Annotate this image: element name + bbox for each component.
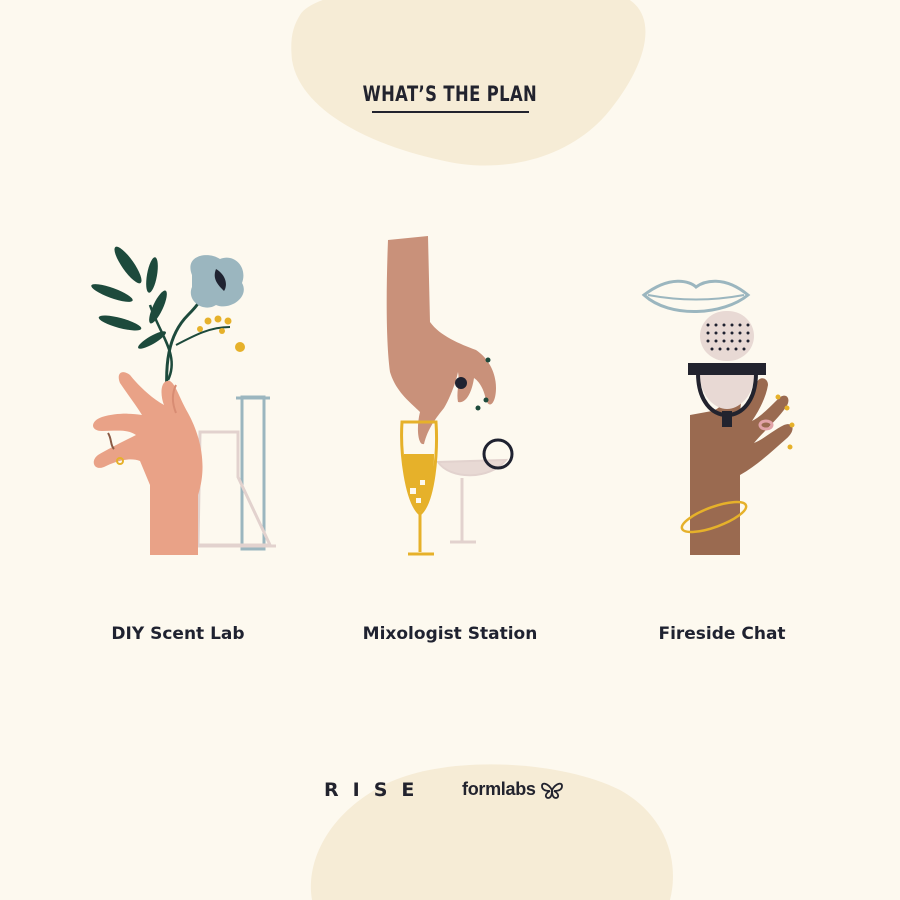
title-underline: [372, 111, 529, 113]
activity-label-scent-lab: DIY Scent Lab: [111, 624, 245, 644]
page-title-text: WHAT’S THE PLAN: [362, 82, 538, 106]
formlabs-logo-text: formlabs: [462, 779, 536, 799]
flower-hand-icon: [91, 246, 276, 555]
butterfly-icon: [540, 782, 563, 799]
activity-label-mixologist: Mixologist Station: [362, 624, 538, 644]
page-title: WHAT’S THE PLAN: [0, 82, 900, 106]
formlabs-logo: formlabs: [462, 779, 564, 800]
cocktail-hand-icon: [386, 236, 514, 556]
activity-label-fireside-chat: Fireside Chat: [658, 624, 786, 644]
microphone-hand-icon: [641, 279, 795, 555]
rise-logo: RISE: [324, 779, 429, 801]
